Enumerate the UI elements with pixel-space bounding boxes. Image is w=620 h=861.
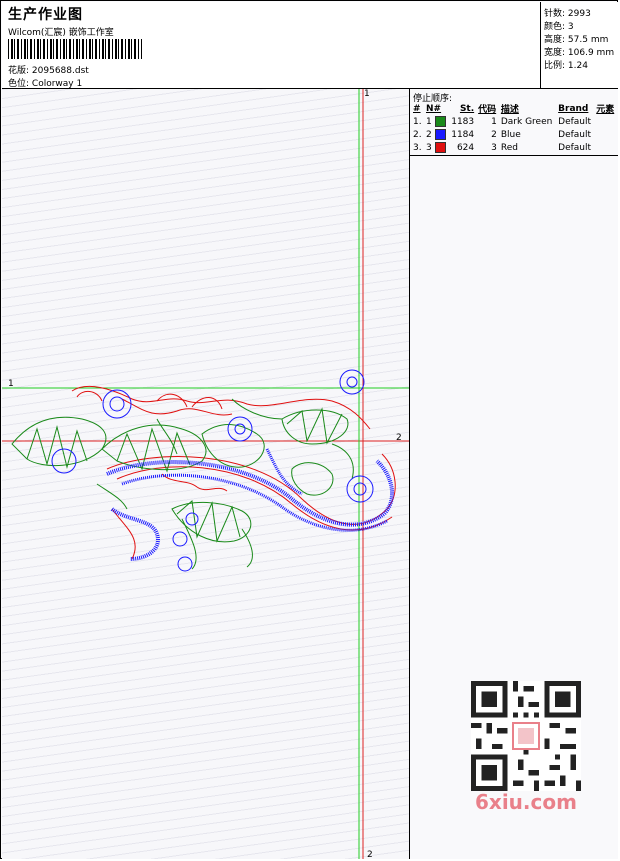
stat-value: 106.9 mm [567, 48, 615, 58]
stat-height: 高度: 57.5 mm [544, 32, 608, 45]
row-element [594, 115, 617, 128]
stat-label: 比例: [544, 61, 566, 71]
stat-stitches: 针数: 2993 [544, 6, 591, 19]
col-brand: Brand [558, 103, 589, 114]
colorway-label: 色位: [8, 79, 30, 89]
table-row[interactable]: 1. 1 1183 1 Dark Green Default [411, 115, 617, 128]
stat-value: 3 [567, 22, 574, 32]
guide-label-v2: 2 [367, 850, 373, 859]
stat-label: 高度: [544, 35, 566, 45]
stat-label: 颜色: [544, 22, 566, 32]
col-index: # [413, 103, 421, 114]
stat-scale: 比例: 1.24 [544, 58, 588, 71]
row-brand: Default [558, 129, 592, 140]
guide-label-v1: 1 [364, 89, 370, 99]
stat-value: 57.5 mm [567, 35, 609, 45]
color-swatch [434, 116, 446, 127]
stat-colors: 颜色: 3 [544, 19, 574, 32]
table-row[interactable]: 3. 3 624 3 Red Default [411, 141, 617, 154]
row-stitches: 1184 [451, 129, 475, 140]
row-code: 2 [491, 129, 497, 140]
row-element [594, 128, 617, 141]
row-description: Dark Green [500, 116, 553, 127]
production-sheet: 生产作业图 Wilcom(汇宸) 嵌饰工作室 花版: 2095688.dst 色… [0, 0, 618, 859]
row-description: Blue [500, 129, 521, 140]
color-swatch [434, 142, 446, 153]
row-needle: 3 [424, 141, 448, 154]
row-code: 3 [491, 142, 497, 153]
row-brand: Default [558, 142, 592, 153]
col-stitches: St. [459, 103, 475, 114]
table-row[interactable]: 2. 2 1184 2 Blue Default [411, 128, 617, 141]
row-needle: 1 [424, 115, 448, 128]
stat-value: 1.24 [567, 61, 588, 71]
header-info: 生产作业图 Wilcom(汇宸) 嵌饰工作室 花版: 2095688.dst 色… [2, 2, 541, 89]
row-index: 1. [413, 116, 422, 127]
embroidery-preview: 1 2 1 2 [2, 89, 409, 859]
barcode [8, 39, 142, 59]
thread-table-header: # N# St. 代码 描述 Brand 元素 [411, 102, 617, 116]
col-description: 描述 [500, 105, 519, 115]
col-element: 元素 [596, 105, 615, 115]
stat-width: 宽度: 106.9 mm [544, 45, 614, 58]
row-element [594, 141, 617, 154]
page-title: 生产作业图 [8, 7, 83, 23]
green-thread-leaves [11, 398, 354, 570]
guide-label-h2: 2 [396, 433, 402, 443]
colorway-line: 色位: Colorway 1 [8, 76, 82, 89]
studio-name: Wilcom(汇宸) 嵌饰工作室 [8, 28, 114, 38]
red-thread-outline [71, 385, 396, 560]
stat-label: 针数: [544, 9, 566, 19]
row-stitches: 624 [456, 142, 475, 153]
col-needle: N# [426, 103, 442, 114]
row-brand: Default [558, 116, 592, 127]
design-file-line: 花版: 2095688.dst [8, 63, 89, 76]
colorway-name: Colorway 1 [31, 79, 83, 89]
col-code: 代码 [478, 105, 497, 115]
qr-code-watermark [471, 681, 581, 791]
design-preview[interactable]: 1 2 1 2 [2, 89, 410, 859]
row-index: 3. [413, 142, 422, 153]
stat-label: 宽度: [544, 48, 566, 58]
row-needle: 2 [424, 128, 448, 141]
row-code: 1 [491, 116, 497, 127]
row-description: Red [500, 142, 518, 153]
table-divider [410, 155, 618, 156]
design-label: 花版: [8, 66, 30, 76]
design-stats: 针数: 2993 颜色: 3 高度: 57.5 mm 宽度: 106.9 mm … [541, 2, 618, 89]
guide-label-h1: 1 [8, 379, 14, 389]
design-file-name: 2095688.dst [31, 66, 89, 76]
row-index: 2. [413, 129, 422, 140]
watermark-text: 6xiu.com [475, 790, 577, 814]
stat-value: 2993 [567, 9, 591, 19]
thread-table: # N# St. 代码 描述 Brand 元素 1. 1 1183 1 Dark… [411, 102, 617, 154]
color-swatch [434, 129, 446, 140]
row-stitches: 1183 [451, 116, 475, 127]
